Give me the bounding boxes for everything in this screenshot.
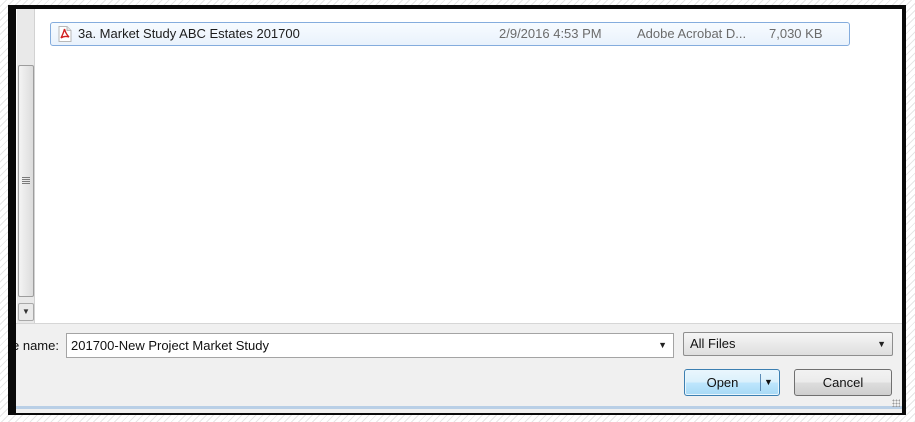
scrollbar-thumb[interactable] <box>18 65 34 297</box>
nav-scrollbar[interactable]: ▼ <box>17 9 35 323</box>
file-size-cell: 7,030 KB <box>769 26 823 41</box>
file-name-input[interactable] <box>71 336 631 355</box>
list-item-selected[interactable]: 3a. Market Study ABC Estates 201700 2/9/… <box>50 22 850 46</box>
file-name-label: e name: <box>16 338 59 353</box>
date-modified-cell: 2/9/2016 4:53 PM <box>499 26 602 41</box>
file-type-cell: Adobe Acrobat D... <box>637 26 747 41</box>
open-split-button[interactable]: Open ▼ <box>684 369 780 396</box>
chevron-down-icon[interactable]: ▼ <box>764 377 773 388</box>
chevron-down-icon: ▼ <box>22 307 30 316</box>
chevron-down-icon[interactable]: ▼ <box>658 340 667 351</box>
cancel-button[interactable]: Cancel <box>794 369 892 396</box>
navigation-pane: ▼ <box>16 9 38 323</box>
split-divider <box>760 374 761 391</box>
file-type-select[interactable]: All Files ▼ <box>683 332 893 356</box>
divider <box>16 323 902 324</box>
pdf-icon <box>58 26 72 42</box>
chevron-down-icon: ▼ <box>877 339 886 349</box>
file-name-cell: 3a. Market Study ABC Estates 201700 <box>78 26 300 41</box>
scroll-down-button[interactable]: ▼ <box>18 303 34 321</box>
grip-icon <box>22 177 30 184</box>
open-file-dialog: ▼ 3a. Market Study ABC Estates 201700 2/… <box>16 9 902 413</box>
open-button[interactable]: Open <box>685 375 760 391</box>
dialog-bottom-border <box>16 406 902 409</box>
resize-grip-icon[interactable] <box>892 399 900 407</box>
list-item-partial[interactable] <box>50 9 570 11</box>
file-list[interactable]: 3a. Market Study ABC Estates 201700 2/9/… <box>38 9 902 323</box>
file-name-combo[interactable]: ▼ <box>66 333 674 358</box>
file-type-value: All Files <box>690 336 736 351</box>
